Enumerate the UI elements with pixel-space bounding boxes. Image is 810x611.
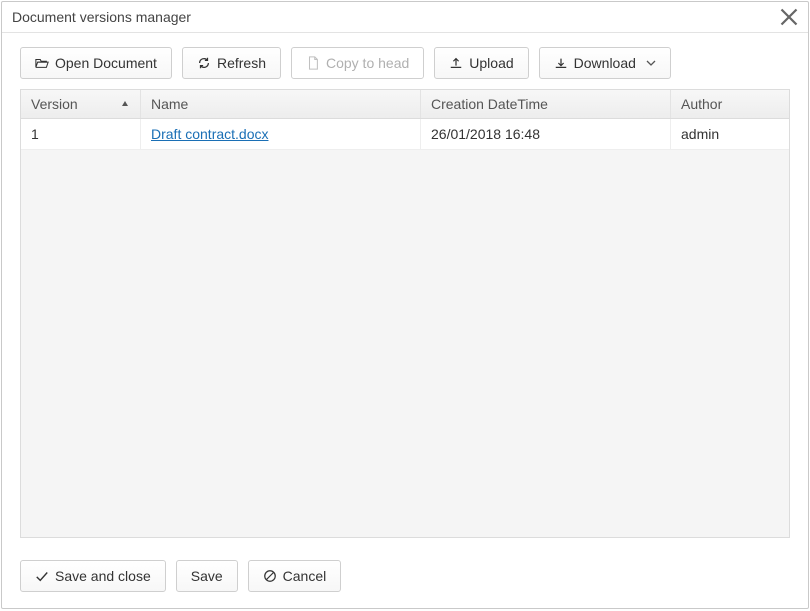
download-icon [554, 56, 568, 70]
cancel-label: Cancel [283, 568, 327, 584]
download-label: Download [574, 55, 636, 71]
footer: Save and close Save Cancel [2, 550, 808, 608]
dialog-title: Document versions manager [12, 9, 191, 25]
table-row[interactable]: 1 Draft contract.docx 26/01/2018 16:48 a… [21, 119, 789, 150]
cancel-button[interactable]: Cancel [248, 560, 342, 592]
copy-to-head-button: Copy to head [291, 47, 424, 79]
column-header-name-label: Name [151, 96, 188, 112]
refresh-button[interactable]: Refresh [182, 47, 281, 79]
document-name-link[interactable]: Draft contract.docx [151, 126, 269, 142]
save-label: Save [191, 568, 223, 584]
save-and-close-label: Save and close [55, 568, 151, 584]
save-button[interactable]: Save [176, 560, 238, 592]
close-icon[interactable] [780, 8, 798, 26]
upload-label: Upload [469, 55, 513, 71]
column-header-name[interactable]: Name [141, 90, 421, 118]
check-icon [35, 569, 49, 583]
chevron-down-icon [646, 58, 656, 68]
sort-asc-icon [120, 99, 130, 109]
column-header-author[interactable]: Author [671, 90, 789, 118]
titlebar: Document versions manager [2, 2, 808, 33]
cell-author: admin [671, 119, 789, 149]
document-icon [306, 56, 320, 70]
versions-grid: Version Name Creation DateTime Author 1 … [20, 89, 790, 538]
grid-body: 1 Draft contract.docx 26/01/2018 16:48 a… [21, 119, 789, 537]
refresh-label: Refresh [217, 55, 266, 71]
column-header-author-label: Author [681, 96, 722, 112]
refresh-icon [197, 56, 211, 70]
upload-button[interactable]: Upload [434, 47, 528, 79]
upload-icon [449, 56, 463, 70]
copy-to-head-label: Copy to head [326, 55, 409, 71]
cancel-icon [263, 569, 277, 583]
cell-name: Draft contract.docx [141, 119, 421, 149]
grid-header: Version Name Creation DateTime Author [21, 90, 789, 119]
toolbar: Open Document Refresh Copy to head Uploa… [2, 33, 808, 89]
download-button[interactable]: Download [539, 47, 671, 79]
column-header-version-label: Version [31, 96, 78, 112]
column-header-version[interactable]: Version [21, 90, 141, 118]
dialog: Document versions manager Open Document … [1, 1, 809, 609]
save-and-close-button[interactable]: Save and close [20, 560, 166, 592]
column-header-creation-datetime-label: Creation DateTime [431, 96, 548, 112]
cell-version: 1 [21, 119, 141, 149]
column-header-creation-datetime[interactable]: Creation DateTime [421, 90, 671, 118]
open-document-label: Open Document [55, 55, 157, 71]
folder-open-icon [35, 56, 49, 70]
open-document-button[interactable]: Open Document [20, 47, 172, 79]
cell-creation-datetime: 26/01/2018 16:48 [421, 119, 671, 149]
